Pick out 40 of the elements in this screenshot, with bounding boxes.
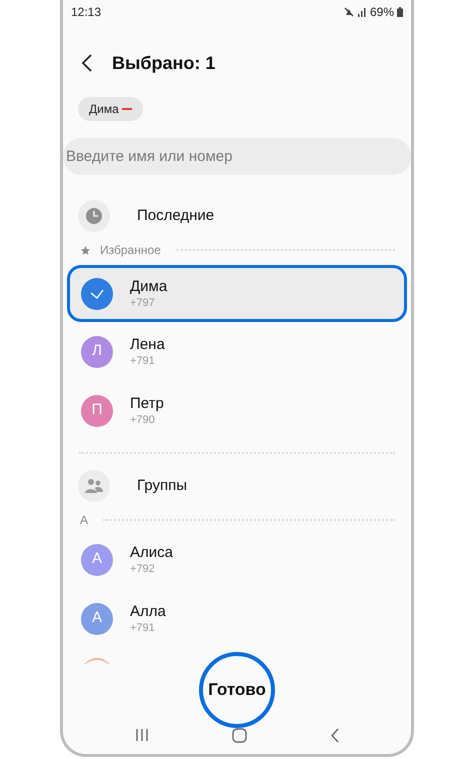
contact-name: Алла	[130, 602, 166, 620]
contact-name: Дима	[130, 276, 168, 296]
signal-icon	[356, 7, 367, 17]
battery-level: 69%	[370, 4, 394, 21]
search-field[interactable]: Введите имя или номер	[63, 138, 411, 175]
clock-icon	[78, 200, 110, 232]
contact-name: Петр	[130, 394, 164, 412]
people-icon	[78, 470, 110, 502]
avatar-icon: А	[81, 602, 113, 634]
contact-row[interactable]: А Алиса +792	[67, 530, 407, 589]
avatar-icon: А	[81, 544, 113, 576]
home-icon[interactable]	[232, 728, 246, 742]
contact-phone: +791	[130, 620, 156, 636]
back-nav-icon[interactable]	[330, 728, 340, 742]
battery-icon	[397, 7, 403, 17]
groups-row[interactable]: Группы	[63, 462, 411, 510]
mute-icon	[344, 7, 354, 17]
screen-title: Выбрано: 1	[112, 52, 216, 75]
status-time: 12:13	[71, 4, 102, 21]
section-header: A	[80, 512, 88, 529]
avatar-icon: П	[81, 394, 113, 426]
contact-row[interactable]: Л Лена +791	[67, 322, 407, 381]
selected-contact-chip[interactable]: Дима	[78, 97, 143, 121]
recent-row[interactable]: Последние	[63, 192, 411, 240]
contact-phone: +797	[130, 296, 156, 310]
contact-row[interactable]: А Алла +791	[67, 589, 407, 648]
contact-row[interactable]: Дима +797	[67, 265, 407, 322]
contact-name: Алиса	[130, 542, 173, 562]
back-icon[interactable]	[81, 54, 93, 72]
contact-phone: +792	[130, 562, 156, 576]
contact-name: Лена	[130, 334, 165, 354]
avatar-icon: Л	[81, 336, 113, 368]
contact-phone: +791	[130, 354, 156, 368]
contact-row[interactable]: П Петр +790	[67, 381, 407, 440]
star-icon	[80, 244, 91, 256]
remove-icon[interactable]	[122, 107, 132, 111]
contact-phone: +790	[130, 412, 156, 428]
section-header: Избранное	[100, 242, 161, 259]
recent-apps-icon[interactable]	[134, 728, 148, 742]
done-button[interactable]: Готово	[199, 652, 275, 728]
